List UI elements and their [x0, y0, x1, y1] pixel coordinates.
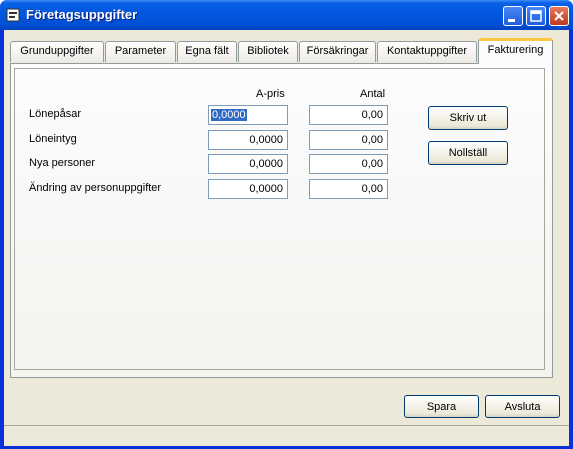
- save-button[interactable]: Spara: [404, 395, 479, 418]
- tab-grunduppgifter[interactable]: Grunduppgifter: [10, 41, 104, 62]
- reset-button[interactable]: Nollställ: [428, 141, 508, 165]
- antal-input-andring[interactable]: 0,00: [309, 179, 388, 199]
- tab-kontaktuppgifter[interactable]: Kontaktuppgifter: [377, 41, 477, 62]
- antal-input-nya-personer[interactable]: 0,00: [309, 154, 388, 174]
- maximize-button[interactable]: [526, 6, 546, 26]
- antal-input-lonepasar[interactable]: 0,00: [309, 105, 388, 125]
- row-label-andring-av-personuppgifter: Ändring av personuppgifter: [29, 182, 162, 194]
- status-bar: [4, 425, 569, 446]
- tab-egna-falt[interactable]: Egna fält: [177, 41, 237, 62]
- row-label-loneintyg: Löneintyg: [29, 133, 77, 145]
- app-window-icon: [6, 8, 20, 22]
- app-window: Företagsuppgifter Grunduppgifter Paramet…: [0, 0, 573, 449]
- apris-input-lonepasar[interactable]: 0,0000: [208, 105, 288, 125]
- minimize-icon: [508, 19, 515, 22]
- row-label-nya-personer: Nya personer: [29, 157, 96, 169]
- apris-input-andring[interactable]: 0,0000: [208, 179, 288, 199]
- apris-input-nya-personer[interactable]: 0,0000: [208, 154, 288, 174]
- column-header-apris: A-pris: [256, 88, 285, 100]
- title-bar[interactable]: Företagsuppgifter: [0, 0, 573, 30]
- close-icon: [554, 11, 564, 21]
- tab-forsakringar[interactable]: Försäkringar: [299, 41, 376, 62]
- tab-bibliotek[interactable]: Bibliotek: [238, 41, 298, 62]
- cancel-button[interactable]: Avsluta: [485, 395, 560, 418]
- apris-value-lonepasar: 0,0000: [211, 109, 247, 121]
- row-label-lonepasar: Lönepåsar: [29, 108, 81, 120]
- column-header-antal: Antal: [360, 88, 386, 100]
- antal-input-loneintyg[interactable]: 0,00: [309, 130, 388, 150]
- window-title: Företagsuppgifter: [26, 7, 138, 22]
- close-button[interactable]: [549, 6, 569, 26]
- tab-parameter[interactable]: Parameter: [105, 41, 176, 62]
- maximize-icon: [530, 10, 542, 22]
- apris-input-loneintyg[interactable]: 0,0000: [208, 130, 288, 150]
- minimize-button[interactable]: [503, 6, 523, 26]
- tab-fakturering[interactable]: Fakturering: [478, 38, 553, 64]
- print-button[interactable]: Skriv ut: [428, 106, 508, 130]
